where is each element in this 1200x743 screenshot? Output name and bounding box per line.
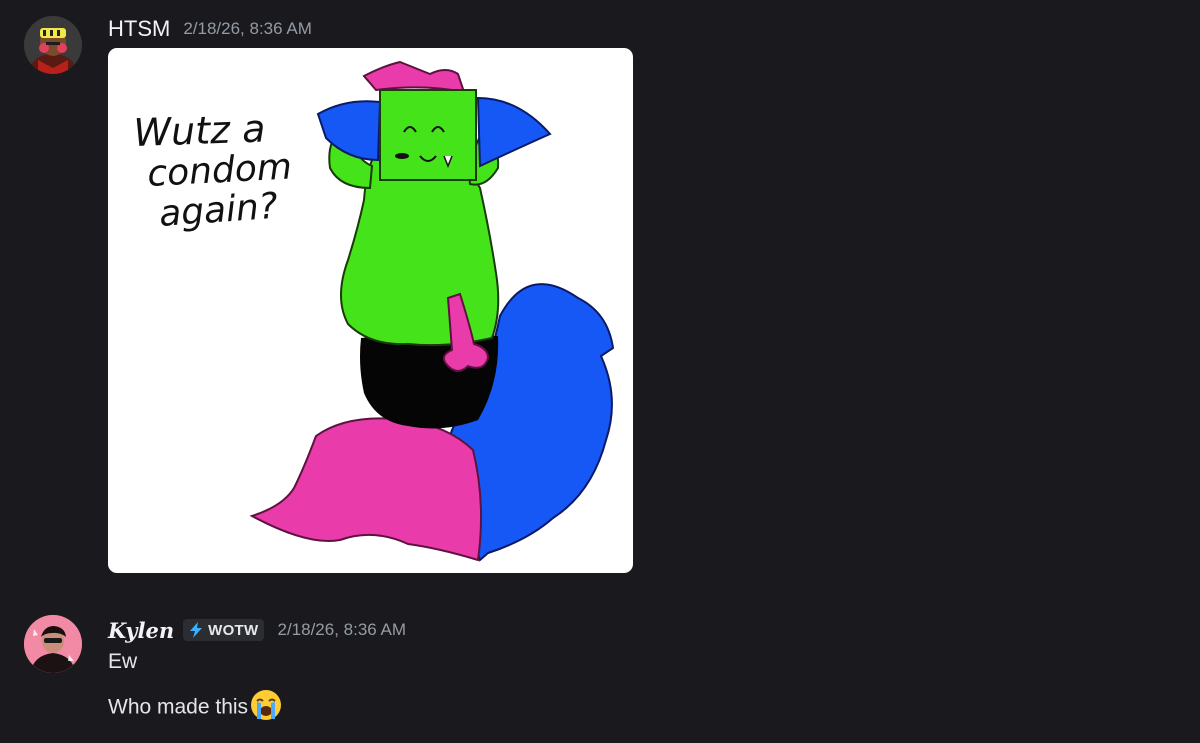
message-line: Ew bbox=[108, 650, 138, 673]
message-header: Kylen WOTW 2/18/26, 8:36 AM bbox=[108, 617, 406, 643]
message-header: HTSM 2/18/26, 8:36 AM bbox=[108, 16, 312, 42]
loudly-crying-face-emoji[interactable] bbox=[249, 688, 283, 728]
caption-line-1: Wutz a bbox=[133, 106, 266, 155]
message-line: Who made this bbox=[108, 688, 283, 728]
character-drawing: Wutz a condom again? bbox=[133, 60, 615, 562]
username[interactable]: HTSM bbox=[108, 16, 170, 42]
message-htsm: HTSM 2/18/26, 8:36 AM Wutz a condom agai… bbox=[0, 0, 1200, 590]
lightning-icon bbox=[190, 622, 203, 638]
image-attachment[interactable]: Wutz a condom again? bbox=[108, 48, 633, 573]
message-line-text: Who made this bbox=[108, 695, 249, 719]
username[interactable]: Kylen bbox=[108, 618, 174, 643]
server-tag[interactable]: WOTW bbox=[183, 619, 265, 641]
caption-line-3: again? bbox=[158, 186, 279, 235]
message-kylen: Kylen WOTW 2/18/26, 8:36 AM Ew Who made … bbox=[0, 600, 1200, 743]
timestamp[interactable]: 2/18/26, 8:36 AM bbox=[183, 19, 312, 39]
tag-label: WOTW bbox=[208, 621, 259, 639]
timestamp[interactable]: 2/18/26, 8:36 AM bbox=[277, 620, 406, 640]
avatar[interactable] bbox=[24, 16, 82, 74]
avatar[interactable] bbox=[24, 615, 82, 673]
